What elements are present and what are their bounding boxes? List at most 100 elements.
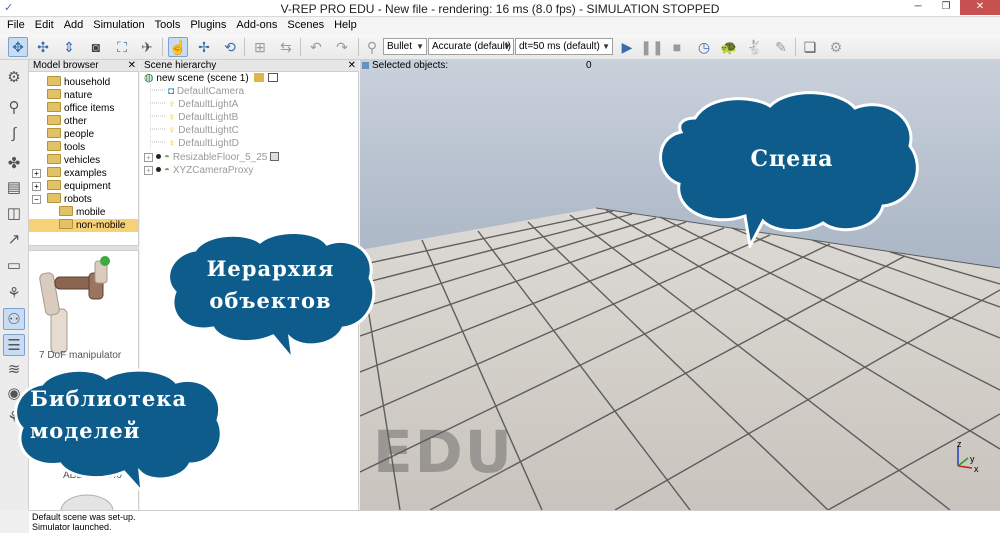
- timestep-select[interactable]: dt=50 ms (default) ▼: [515, 38, 613, 55]
- menu-help[interactable]: Help: [329, 17, 362, 34]
- menu-edit[interactable]: Edit: [30, 17, 59, 34]
- model-folder-household[interactable]: household: [47, 76, 110, 89]
- transfer-icon[interactable]: ⇆: [276, 37, 296, 57]
- menu-scenes[interactable]: Scenes: [282, 17, 329, 34]
- status-line: Default scene was set-up.: [32, 512, 136, 522]
- object-rotate-icon[interactable]: ⟲: [220, 37, 240, 57]
- expand-icon[interactable]: +: [144, 166, 153, 175]
- folder-icon: [47, 128, 61, 138]
- hierarchy-item-resizablefloor[interactable]: + ◓ ResizableFloor_5_25: [144, 151, 280, 164]
- menu-add-ons[interactable]: Add-ons: [231, 17, 282, 34]
- view-handle-icon[interactable]: [362, 62, 369, 69]
- model-folder-examples[interactable]: + examples: [32, 167, 107, 180]
- scene-hierarchy-toggle-icon[interactable]: ☰: [3, 334, 25, 356]
- scene-script-icon[interactable]: [254, 73, 265, 82]
- model-folder-equipment[interactable]: + equipment: [32, 180, 111, 193]
- model-folder-office-items[interactable]: office items: [47, 102, 114, 115]
- object-properties-icon[interactable]: ⚘: [3, 282, 25, 304]
- move-camera-icon[interactable]: ✥: [8, 37, 28, 57]
- menu-tools[interactable]: Tools: [150, 17, 186, 34]
- shift-camera-icon[interactable]: ⇕: [59, 37, 79, 57]
- expand-icon[interactable]: +: [32, 169, 41, 178]
- model-folder-people[interactable]: people: [47, 128, 94, 141]
- expand-icon[interactable]: +: [144, 153, 153, 162]
- manipulator-thumbnail[interactable]: [29, 251, 139, 361]
- menu-add[interactable]: Add: [59, 17, 89, 34]
- pause-icon[interactable]: ❚❚: [640, 37, 663, 57]
- status-console[interactable]: Default scene was set-up. Simulator laun…: [29, 510, 1000, 533]
- hierarchy-item-label: DefaultLightC: [178, 125, 239, 136]
- folder-label: nature: [64, 90, 93, 101]
- light-icon: ♀: [168, 125, 176, 136]
- threaded-rendering-icon[interactable]: ✎: [771, 37, 791, 57]
- toolbar-separator: [358, 38, 359, 56]
- folder-label: vehicles: [64, 155, 101, 166]
- hierarchy-item-xyzcameraproxy[interactable]: + ◓ XYZCameraProxy: [144, 164, 253, 177]
- hierarchy-item-defaultcamera[interactable]: ◘ DefaultCamera: [168, 85, 244, 98]
- realtime-icon[interactable]: ◷: [694, 37, 714, 57]
- close-button[interactable]: ✕: [960, 0, 1000, 15]
- fit-view-icon[interactable]: ⛶: [112, 37, 132, 57]
- search-icon[interactable]: ⚲: [3, 96, 25, 118]
- model-folder-mobile[interactable]: mobile: [59, 206, 105, 219]
- shape-edit-icon[interactable]: ◫: [3, 202, 25, 224]
- page-select-icon[interactable]: ▭: [3, 254, 25, 276]
- camera-icon[interactable]: ◙: [86, 37, 106, 57]
- expand-icon[interactable]: +: [32, 182, 41, 191]
- fast-icon[interactable]: 🐇: [745, 37, 765, 57]
- collections-icon[interactable]: ✤: [3, 152, 25, 174]
- menu-simulation[interactable]: Simulation: [88, 17, 149, 34]
- maximize-button[interactable]: ❐: [932, 0, 960, 15]
- scene-root-label: new scene (scene 1): [156, 73, 249, 84]
- script-icon[interactable]: [270, 152, 280, 161]
- model-folder-non-mobile[interactable]: non-mobile: [29, 219, 138, 232]
- hierarchy-item-defaultlightb[interactable]: ♀ DefaultLightB: [168, 111, 238, 124]
- hierarchy-item-defaultlighta[interactable]: ♀ DefaultLightA: [168, 98, 238, 111]
- folder-icon: [47, 89, 61, 99]
- dragonfly-icon[interactable]: ✈: [137, 37, 157, 57]
- page-icon[interactable]: ❏: [800, 37, 820, 57]
- minimize-button[interactable]: ─: [904, 0, 932, 15]
- rotate-camera-icon[interactable]: ✣: [33, 37, 53, 57]
- play-icon[interactable]: ▶: [617, 37, 637, 57]
- model-folder-robots[interactable]: − robots: [32, 193, 92, 206]
- collapse-icon[interactable]: −: [32, 195, 41, 204]
- dynamics-icon[interactable]: ⚲: [362, 37, 382, 57]
- axis-label-z: z: [957, 439, 962, 449]
- menu-plugins[interactable]: Plugins: [185, 17, 231, 34]
- calculation-modules-icon[interactable]: ▤: [3, 176, 25, 198]
- slow-icon[interactable]: 🐢: [719, 37, 739, 57]
- scene-hierarchy-title: Scene hierarchy: [144, 60, 217, 71]
- model-folder-nature[interactable]: nature: [47, 89, 92, 102]
- scene-properties-icon[interactable]: [268, 73, 279, 82]
- path-edit-icon[interactable]: ↗: [3, 228, 25, 250]
- stop-icon[interactable]: ■: [667, 37, 687, 57]
- model-folder-vehicles[interactable]: vehicles: [47, 154, 100, 167]
- folder-label: other: [64, 116, 87, 127]
- undo-icon[interactable]: ↶: [306, 37, 326, 57]
- shape-icon: ◓: [164, 165, 171, 176]
- physics-engine-select[interactable]: Bullet ▼: [383, 38, 427, 55]
- simulation-settings-icon[interactable]: ⚙: [3, 66, 25, 88]
- scene-callout-text: Сцена: [750, 146, 834, 172]
- model-browser-tree: household nature office items other peop…: [29, 72, 139, 245]
- redo-icon[interactable]: ↷: [332, 37, 352, 57]
- model-folder-other[interactable]: other: [47, 115, 87, 128]
- scene-hierarchy-close-button[interactable]: ✕: [348, 60, 356, 72]
- click-select-icon[interactable]: ☝: [168, 37, 188, 57]
- timestep-value: dt=50 ms (default): [519, 41, 600, 52]
- object-shift-icon[interactable]: ✢: [194, 37, 214, 57]
- model-browser-toggle-icon[interactable]: ⚇: [3, 308, 25, 330]
- layer-icon[interactable]: ⚙: [826, 37, 846, 57]
- model-folder-tools[interactable]: tools: [47, 141, 85, 154]
- hierarchy-item-defaultlightd[interactable]: ♀ DefaultLightD: [168, 137, 239, 150]
- light-icon: ♀: [168, 112, 176, 123]
- script-icon[interactable]: ∫: [3, 122, 25, 144]
- hierarchy-item-label: DefaultLightD: [178, 138, 239, 149]
- folder-label: tools: [64, 142, 86, 153]
- accuracy-select[interactable]: Accurate (default) ▼: [428, 38, 514, 55]
- model-browser-close-button[interactable]: ✕: [128, 60, 136, 72]
- menu-file[interactable]: File: [2, 17, 30, 34]
- hierarchy-item-defaultlightc[interactable]: ♀ DefaultLightC: [168, 124, 239, 137]
- assemble-icon[interactable]: ⊞: [250, 37, 270, 57]
